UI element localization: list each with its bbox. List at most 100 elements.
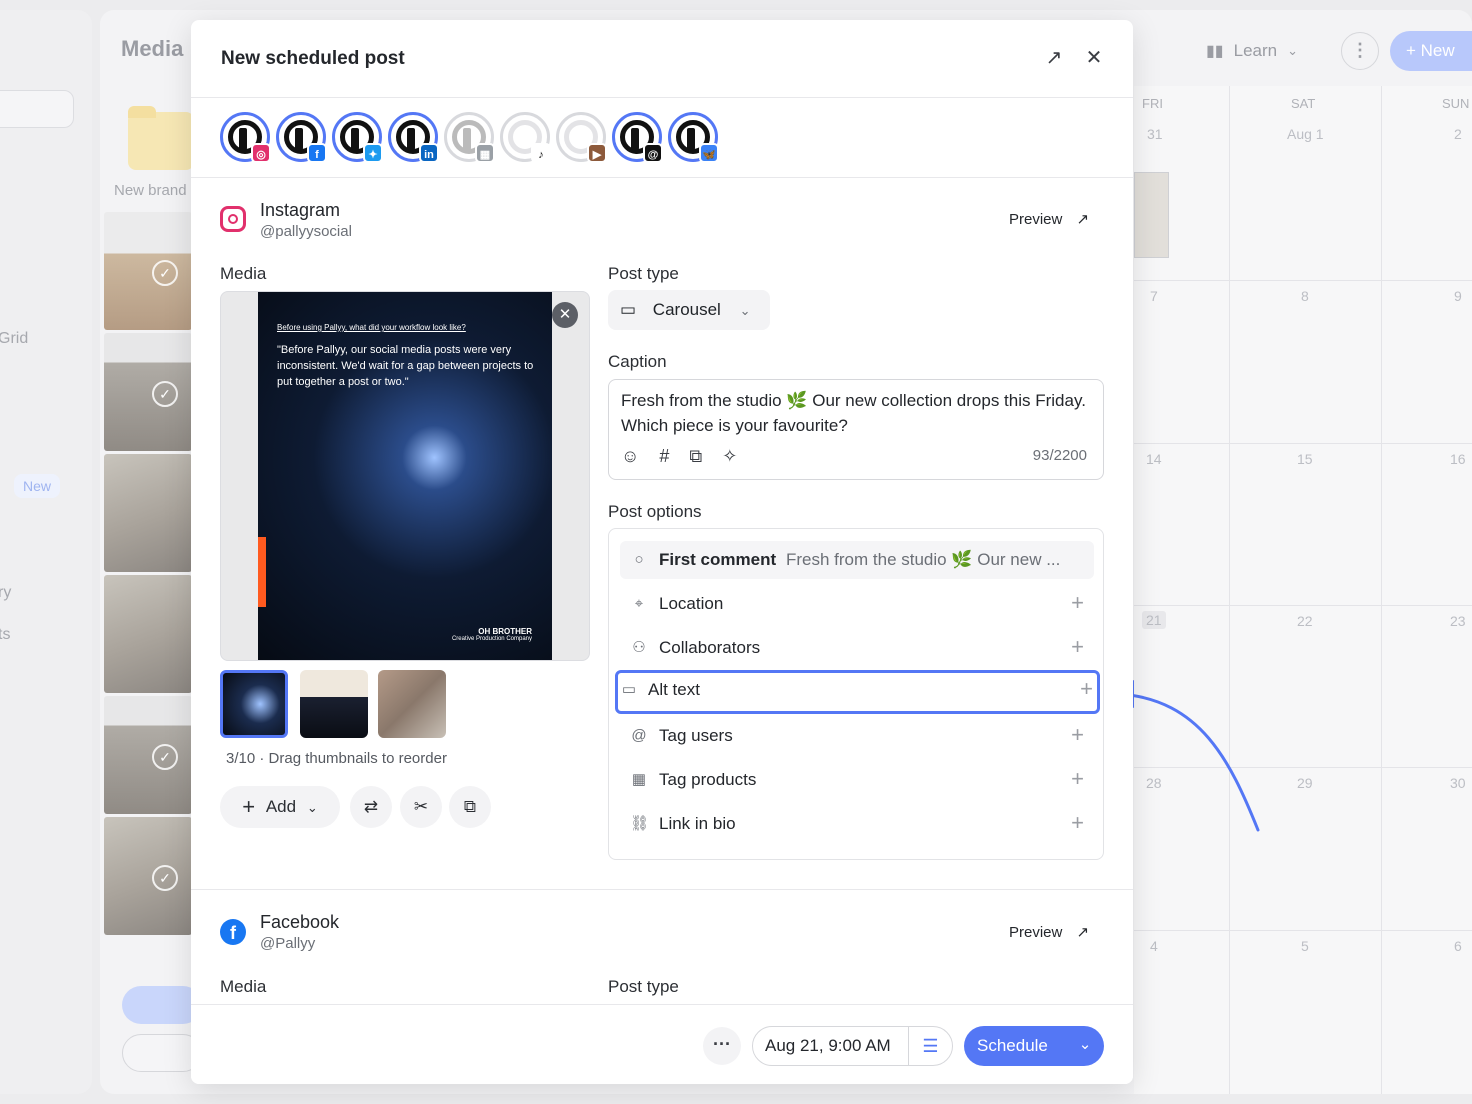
plus-icon[interactable]: +	[1080, 676, 1093, 702]
media-label: Media	[220, 977, 267, 996]
chevron-down-icon[interactable]: ⌄	[1066, 1026, 1104, 1066]
plus-icon[interactable]: +	[1071, 590, 1084, 616]
slide-accent	[258, 537, 266, 607]
account-avatar[interactable]: ✦	[332, 112, 383, 163]
calendar-date-today: 21	[1142, 611, 1166, 629]
media-thumbnail[interactable]	[220, 670, 288, 738]
more-options-icon[interactable]: ···	[703, 1027, 741, 1065]
preview-label: Preview	[1009, 924, 1063, 941]
calendar-date: 15	[1297, 451, 1313, 467]
plus-icon[interactable]: +	[1071, 766, 1084, 792]
background-media-grid: ✓ ✓ ✓ ✓	[104, 212, 192, 964]
option-label: First comment	[659, 550, 777, 569]
account-avatar[interactable]: ♪	[500, 112, 551, 163]
option-link-in-bio[interactable]: ⛓ Link in bio +	[620, 805, 1094, 843]
option-collaborators[interactable]: ⚇ Collaborators +	[620, 629, 1094, 667]
at-sign-icon: @	[631, 727, 647, 744]
expand-icon[interactable]: ↗	[1042, 46, 1066, 70]
option-label: Alt text	[648, 680, 700, 699]
calendar-date: 14	[1146, 451, 1162, 467]
chevron-down-icon: ⌄	[1287, 43, 1298, 58]
copy-icon[interactable]: ⧉	[689, 446, 702, 467]
plus-icon[interactable]: +	[1071, 722, 1084, 748]
option-label: Tag users	[659, 726, 733, 745]
carousel-slide-image: Before using Pallyy, what did your workf…	[258, 292, 552, 660]
swap-icon[interactable]: ⇄	[350, 786, 392, 828]
background-sidebar	[0, 10, 92, 1094]
image-icon: ▭	[620, 300, 637, 319]
slide-brand-name: OH BROTHER	[478, 627, 532, 636]
account-avatar[interactable]: @	[612, 112, 663, 163]
plus-icon: +	[242, 794, 256, 819]
account-avatar[interactable]: ▦	[444, 112, 495, 163]
calendar-date: 16	[1450, 451, 1466, 467]
option-label: Tag products	[659, 770, 757, 789]
queue-icon[interactable]: ☰	[908, 1027, 952, 1065]
account-avatar[interactable]: f	[276, 112, 327, 163]
modal-title: New scheduled post	[221, 48, 405, 69]
external-link-icon: ↗	[1076, 211, 1090, 228]
modal-footer: ··· Aug 21, 9:00 AM ☰ Schedule ⌄	[191, 1004, 1133, 1084]
bluesky-icon: 🦋	[699, 143, 719, 163]
calendar-date: 4	[1150, 938, 1158, 954]
option-alt-text[interactable]: ▭ Alt text +	[615, 670, 1100, 714]
account-avatar[interactable]: ▶	[556, 112, 607, 163]
calendar-date: 6	[1454, 938, 1462, 954]
caption-char-count: 93/2200	[1032, 447, 1087, 464]
option-label: Collaborators	[659, 638, 761, 657]
copy-icon[interactable]: ⧉	[449, 786, 491, 828]
google-business-icon: ▦	[475, 143, 495, 163]
media-thumbnail[interactable]	[300, 670, 368, 738]
background-media-thumb	[104, 454, 192, 572]
learn-menu: ▮▮ Learn ⌄	[1206, 36, 1298, 66]
account-avatar[interactable]: 🦋	[668, 112, 719, 163]
close-icon[interactable]: ✕	[1082, 46, 1106, 70]
background-primary-button	[122, 986, 202, 1024]
hashtag-icon[interactable]: #	[659, 446, 669, 467]
media-count: 3/10 · Drag thumbnails to reorder	[226, 750, 447, 767]
preview-link[interactable]: Preview ↗	[1009, 923, 1089, 941]
modal-header: New scheduled post ↗ ✕	[191, 20, 1133, 98]
background-search-box	[0, 90, 74, 128]
preview-link[interactable]: Preview ↗	[1009, 210, 1089, 228]
background-media-thumb: ✓	[104, 333, 192, 451]
calendar-date: 8	[1301, 288, 1309, 304]
location-pin-icon: ⌖	[634, 595, 644, 612]
post-options-label: Post options	[608, 502, 702, 521]
option-tag-products[interactable]: ▦ Tag products +	[620, 761, 1094, 799]
caption-editor[interactable]: Fresh from the studio 🌿 Our new collecti…	[608, 379, 1104, 480]
calendar-day-header: SUN	[1442, 96, 1470, 111]
plus-icon[interactable]: +	[1071, 634, 1084, 660]
option-location[interactable]: ⌖ Location +	[620, 585, 1094, 623]
calendar-date: 23	[1450, 613, 1466, 629]
account-avatar[interactable]: in	[388, 112, 439, 163]
check-icon: ✓	[152, 260, 178, 286]
media-preview[interactable]: Before using Pallyy, what did your workf…	[220, 291, 590, 661]
plus-icon[interactable]: +	[1071, 810, 1084, 836]
calendar-gridline	[1134, 280, 1472, 281]
calendar-gridline	[1381, 86, 1382, 1094]
folder-icon	[128, 106, 194, 170]
facebook-name: Facebook	[260, 912, 340, 932]
scissors-icon[interactable]: ✂	[400, 786, 442, 828]
schedule-date-picker[interactable]: Aug 21, 9:00 AM ☰	[752, 1026, 953, 1066]
chevron-down-icon: ⌄	[306, 800, 318, 815]
slide-brand: OH BROTHER Creative Production Company	[452, 627, 532, 642]
calendar-gridline	[1134, 605, 1472, 606]
option-label: Link in bio	[659, 814, 736, 833]
add-media-button[interactable]: + Add ⌄	[220, 786, 340, 828]
more-vertical-icon: ⋮	[1341, 32, 1379, 70]
account-avatar[interactable]: ◎	[220, 112, 271, 163]
media-thumbnail[interactable]	[378, 670, 446, 738]
new-post-modal: New scheduled post ↗ ✕ ◎ f ✦ in ▦ ♪ ▶ @ 🦋 Instag…	[191, 20, 1133, 1084]
background-title: Media	[121, 36, 184, 61]
emoji-icon[interactable]: ☺	[621, 446, 639, 467]
option-tag-users[interactable]: @ Tag users +	[620, 717, 1094, 755]
caption-text[interactable]: Fresh from the studio 🌿 Our new collecti…	[621, 388, 1091, 438]
ai-sparkle-icon[interactable]: ✧	[722, 446, 737, 467]
option-first-comment[interactable]: ○ First comment Fresh from the studio 🌿 …	[620, 541, 1094, 579]
post-type-select[interactable]: ▭ Carousel ⌄	[608, 290, 770, 330]
remove-media-icon[interactable]: ✕	[552, 302, 578, 328]
first-comment-preview: Fresh from the studio 🌿 Our new ...	[786, 550, 1061, 569]
schedule-button[interactable]: Schedule ⌄	[964, 1026, 1104, 1066]
